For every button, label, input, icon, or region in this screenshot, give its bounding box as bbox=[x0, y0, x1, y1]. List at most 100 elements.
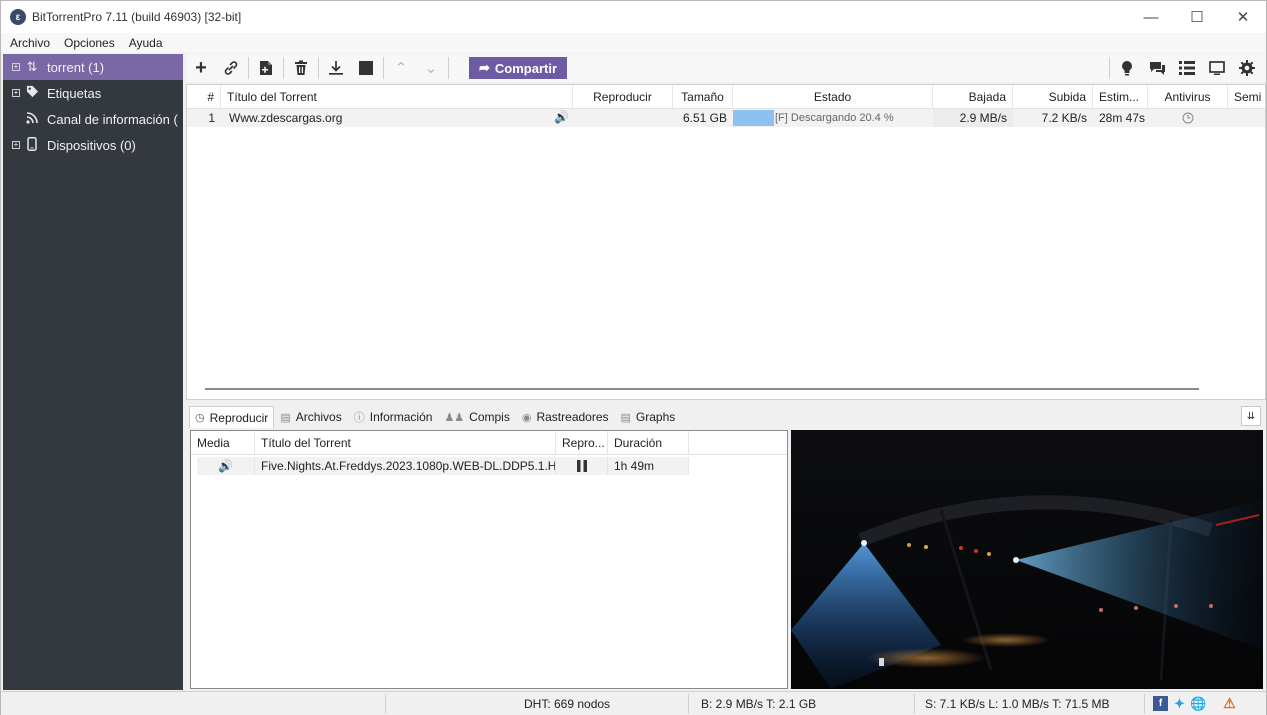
col-seeds[interactable]: Semi bbox=[1228, 85, 1265, 109]
col-media-play[interactable]: Repro... bbox=[556, 431, 608, 455]
list-view-button[interactable] bbox=[1172, 55, 1202, 81]
sidebar-item-torrent[interactable]: + ⇅ torrent (1) bbox=[3, 54, 183, 80]
expand-icon[interactable]: + bbox=[12, 63, 20, 71]
up-down-arrows-icon: ⇅ bbox=[26, 59, 38, 74]
sidebar-item-canal[interactable]: Canal de información ( bbox=[3, 106, 183, 132]
horizontal-scrollbar[interactable] bbox=[205, 388, 1199, 390]
twitter-icon[interactable]: ✦ bbox=[1172, 696, 1187, 711]
add-link-button[interactable] bbox=[216, 55, 246, 81]
move-down-button[interactable]: ⌄ bbox=[416, 55, 446, 81]
menu-bar: Archivo Opciones Ayuda bbox=[1, 33, 1266, 53]
col-size[interactable]: Tamaño bbox=[673, 85, 733, 109]
globe-icon[interactable]: 🌐 bbox=[1190, 696, 1206, 711]
double-chevron-down-icon: ⇊ bbox=[1246, 410, 1256, 422]
create-torrent-button[interactable] bbox=[251, 55, 281, 81]
col-title[interactable]: Título del Torrent bbox=[221, 85, 573, 109]
media-row[interactable]: 🔊 Five.Nights.At.Freddys.2023.1080p.WEB-… bbox=[197, 457, 689, 475]
torrent-list-header: # Título del Torrent Reproducir Tamaño E… bbox=[187, 85, 1265, 109]
col-play[interactable]: Reproducir bbox=[573, 85, 673, 109]
expand-icon[interactable]: + bbox=[12, 89, 20, 97]
folder-icon: ▤ bbox=[280, 411, 291, 424]
sidebar-item-dispositivos[interactable]: + Dispositivos (0) bbox=[3, 132, 183, 158]
media-play-cell bbox=[556, 457, 608, 475]
tracker-icon: ◉ bbox=[521, 411, 532, 424]
tab-label: Archivos bbox=[295, 410, 342, 424]
share-button[interactable]: ➦ Compartir bbox=[469, 57, 567, 79]
row-play bbox=[573, 109, 673, 127]
col-down[interactable]: Bajada bbox=[933, 85, 1013, 109]
start-download-button[interactable] bbox=[321, 55, 351, 81]
sidebar-item-etiquetas[interactable]: + Etiquetas bbox=[3, 80, 183, 106]
tab-graphs[interactable]: ▤ Graphs bbox=[615, 406, 682, 428]
app-logo-icon: ε bbox=[10, 9, 26, 25]
chat-button[interactable] bbox=[1142, 55, 1172, 81]
col-status[interactable]: Estado bbox=[733, 85, 933, 109]
sidebar-item-label: Etiquetas bbox=[47, 85, 102, 101]
media-table-header: Media Título del Torrent Repro... Duraci… bbox=[191, 431, 787, 455]
warning-icon[interactable]: ⚠ bbox=[1222, 695, 1237, 711]
new-file-icon bbox=[260, 61, 272, 75]
speaker-icon[interactable]: 🔊 bbox=[554, 110, 569, 124]
app-window: ε BitTorrentPro 7.11 (build 46903) [32-b… bbox=[0, 0, 1267, 715]
minimize-button[interactable]: — bbox=[1128, 1, 1174, 33]
row-status: [F] Descargando 20.4 % bbox=[733, 109, 933, 127]
remote-button[interactable] bbox=[1202, 55, 1232, 81]
row-title-cell: Www.zdescargas.org 🔊 bbox=[221, 109, 573, 127]
chevron-down-icon: ⌄ bbox=[424, 60, 438, 77]
close-button[interactable]: ✕ bbox=[1220, 1, 1266, 33]
toolbar-right bbox=[1107, 54, 1262, 82]
torrent-list: # Título del Torrent Reproducir Tamaño E… bbox=[186, 84, 1266, 400]
menu-ayuda[interactable]: Ayuda bbox=[124, 36, 168, 50]
col-duration[interactable]: Duración bbox=[608, 431, 689, 455]
torrent-row[interactable]: 1 Www.zdescargas.org 🔊 6.51 GB [F] Desca… bbox=[187, 109, 1265, 127]
speaker-icon[interactable]: 🔊 bbox=[218, 459, 233, 473]
lightbulb-icon bbox=[1122, 61, 1132, 76]
col-eta[interactable]: Estim... bbox=[1093, 85, 1148, 109]
expand-icon[interactable]: + bbox=[12, 141, 20, 149]
status-upload: S: 7.1 KB/s L: 1.0 MB/s T: 71.5 MB bbox=[915, 693, 1145, 714]
tab-informacion[interactable]: ⓘ Información bbox=[348, 406, 439, 428]
facebook-icon[interactable]: f bbox=[1153, 696, 1168, 711]
col-antivirus[interactable]: Antivirus bbox=[1148, 85, 1228, 109]
menu-opciones[interactable]: Opciones bbox=[59, 36, 120, 50]
col-number[interactable]: # bbox=[187, 85, 221, 109]
row-seeds bbox=[1228, 109, 1265, 127]
col-up[interactable]: Subida bbox=[1013, 85, 1093, 109]
window-controls: — ☐ ✕ bbox=[1128, 1, 1266, 33]
rss-feed-icon bbox=[24, 111, 40, 127]
tab-reproducir[interactable]: ◷ Reproducir bbox=[189, 406, 275, 428]
row-antivirus bbox=[1148, 109, 1228, 127]
tab-rastreadores[interactable]: ◉ Rastreadores bbox=[516, 406, 615, 428]
video-player[interactable] bbox=[791, 430, 1263, 689]
delete-button[interactable] bbox=[286, 55, 316, 81]
link-icon bbox=[224, 61, 238, 75]
status-bar: DHT: 669 nodos B: 2.9 MB/s T: 2.1 GB S: … bbox=[1, 691, 1266, 715]
chevron-up-icon: ⌃ bbox=[394, 60, 408, 77]
tab-compis[interactable]: ♟♟ Compis bbox=[438, 406, 515, 428]
col-media-title[interactable]: Título del Torrent bbox=[255, 431, 556, 455]
graph-icon: ▤ bbox=[620, 411, 631, 424]
share-arrow-icon: ➦ bbox=[478, 60, 490, 75]
tips-button[interactable] bbox=[1112, 55, 1142, 81]
media-title: Five.Nights.At.Freddys.2023.1080p.WEB-DL… bbox=[255, 457, 556, 475]
settings-button[interactable] bbox=[1232, 55, 1262, 81]
trash-icon bbox=[295, 60, 307, 75]
maximize-button[interactable]: ☐ bbox=[1174, 1, 1220, 33]
peers-icon: ♟♟ bbox=[444, 411, 465, 424]
status-dht: DHT: 669 nodos bbox=[386, 693, 689, 714]
pause-icon[interactable] bbox=[576, 460, 587, 472]
add-torrent-button[interactable]: + bbox=[186, 55, 216, 81]
move-up-button[interactable]: ⌃ bbox=[386, 55, 416, 81]
row-eta: 28m 47s bbox=[1099, 111, 1146, 125]
status-text: [F] Descargando 20.4 % bbox=[775, 112, 894, 124]
detail-tabs: ◷ Reproducir ▤ Archivos ⓘ Información ♟♟… bbox=[189, 406, 681, 428]
plus-icon: + bbox=[195, 56, 207, 79]
tab-archivos[interactable]: ▤ Archivos bbox=[274, 406, 347, 428]
sidebar-item-label: Canal de información ( bbox=[47, 111, 178, 127]
stop-button[interactable] bbox=[351, 55, 381, 81]
menu-archivo[interactable]: Archivo bbox=[5, 36, 55, 50]
col-media[interactable]: Media bbox=[191, 431, 255, 455]
status-download: B: 2.9 MB/s T: 2.1 GB bbox=[689, 693, 915, 714]
video-frame-image bbox=[791, 430, 1263, 689]
collapse-panel-button[interactable]: ⇊ bbox=[1241, 406, 1261, 426]
